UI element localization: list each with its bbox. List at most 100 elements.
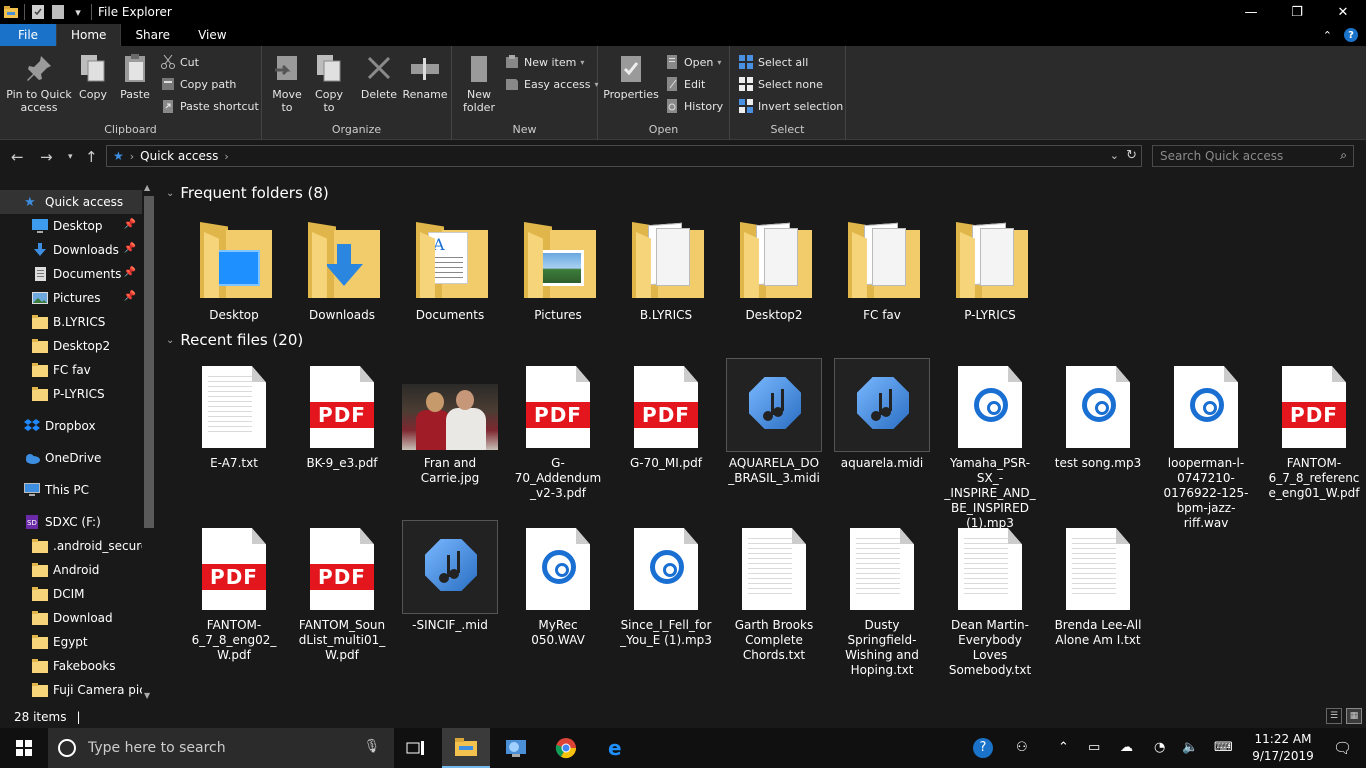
explorer-icon[interactable] xyxy=(4,5,18,19)
paste-button[interactable]: Paste xyxy=(116,52,154,101)
file-tile[interactable]: Garth Brooks Complete Chords.txt xyxy=(726,520,822,663)
nav-item-p-lyrics[interactable]: P-LYRICS xyxy=(0,382,142,406)
help-icon[interactable]: ? xyxy=(1344,28,1358,42)
tab-home[interactable]: Home xyxy=(56,24,122,46)
file-tile[interactable]: Brenda Lee-All Alone Am I.txt xyxy=(1050,520,1146,648)
rename-button[interactable]: Rename xyxy=(402,52,448,101)
customize-qat-chevron-icon[interactable]: ▾ xyxy=(71,5,85,19)
file-tile[interactable]: -SINCIF_.mid xyxy=(402,520,498,633)
collapse-chevron-icon-2[interactable]: ⌄ xyxy=(166,335,174,346)
nav-item-b-lyrics[interactable]: B.LYRICS xyxy=(0,310,142,334)
chrome-taskbar-icon[interactable] xyxy=(542,728,590,768)
nav-item-documents[interactable]: Documents 📌 xyxy=(0,262,142,286)
file-tile[interactable]: Since_I_Fell_for_You_E (1).mp3 xyxy=(618,520,714,648)
open-button[interactable]: Open ▾ xyxy=(664,52,721,72)
nav-item-egypt[interactable]: Egypt xyxy=(0,630,142,654)
frequent-folders-header[interactable]: ⌄ Frequent folders (8) xyxy=(166,184,329,202)
file-tile[interactable]: PDF G-70_Addendum_v2-3.pdf xyxy=(510,358,606,501)
collapse-chevron-icon[interactable]: ⌄ xyxy=(166,188,174,199)
easy-access-button[interactable]: Easy access ▾ xyxy=(504,74,599,94)
file-explorer-taskbar-icon[interactable] xyxy=(442,728,490,768)
microphone-icon[interactable]: 🎙 xyxy=(363,739,380,754)
nav-item-desktop2[interactable]: Desktop2 xyxy=(0,334,142,358)
tab-share[interactable]: Share xyxy=(121,24,184,46)
search-input[interactable] xyxy=(1153,146,1329,166)
file-tile[interactable]: MyRec 050.WAV xyxy=(510,520,606,648)
breadcrumb-chevron-icon[interactable]: › xyxy=(130,150,134,163)
scrollbar-thumb[interactable] xyxy=(144,196,154,528)
file-tile[interactable]: PDF FANTOM-6_7_8_eng02_W.pdf xyxy=(186,520,282,663)
up-arrow-icon[interactable]: ↑ xyxy=(85,148,98,166)
properties-button[interactable]: Properties xyxy=(602,52,660,101)
large-icons-view-icon[interactable]: ▦ xyxy=(1346,708,1362,724)
wifi-icon[interactable]: ◔ xyxy=(1154,740,1165,755)
folder-tile-desktop2[interactable]: Desktop2 xyxy=(726,210,822,323)
file-tile[interactable]: looperman-l-0747210-0176922-125-bpm-jazz… xyxy=(1158,358,1254,531)
folder-tile-pictures[interactable]: Pictures xyxy=(510,210,606,323)
keyboard-icon[interactable]: ⌨ xyxy=(1214,740,1233,755)
forward-arrow-icon[interactable]: → xyxy=(40,148,53,166)
start-button[interactable] xyxy=(0,728,48,768)
taskbar-search[interactable]: Type here to search 🎙 xyxy=(48,728,394,768)
scroll-down-arrow-icon[interactable]: ▼ xyxy=(144,691,150,700)
breadcrumb-quick-access[interactable]: Quick access xyxy=(140,149,218,163)
file-tile[interactable]: test song.mp3 xyxy=(1050,358,1146,471)
file-tile[interactable]: Fran and Carrie.jpg xyxy=(402,358,498,486)
new-folder-qat-icon[interactable] xyxy=(51,5,65,19)
tab-file[interactable]: File xyxy=(0,24,56,46)
close-button[interactable]: ✕ xyxy=(1320,0,1366,24)
move-to-button[interactable]: Move to xyxy=(268,52,306,114)
tab-view[interactable]: View xyxy=(184,24,240,46)
clock[interactable]: 11:22 AM 9/17/2019 xyxy=(1248,731,1318,765)
maximize-button[interactable]: ❐ xyxy=(1274,0,1320,24)
collapse-ribbon-chevron-icon[interactable]: ⌃ xyxy=(1323,29,1332,42)
action-center-icon[interactable]: 🗨 xyxy=(1333,739,1352,757)
folder-tile-p-lyrics[interactable]: P-LYRICS xyxy=(942,210,1038,323)
pin-icon[interactable]: 📌 xyxy=(124,291,136,302)
refresh-icon[interactable]: ↻ xyxy=(1126,148,1137,163)
pin-icon[interactable]: 📌 xyxy=(124,219,136,230)
breadcrumb-chevron-icon-2[interactable]: › xyxy=(224,150,228,163)
show-hidden-icons-chevron-icon[interactable]: ⌃ xyxy=(1058,740,1069,755)
nav-item-pictures[interactable]: Pictures 📌 xyxy=(0,286,142,310)
pin-icon[interactable]: 📌 xyxy=(124,267,136,278)
folder-tile-fc-fav[interactable]: FC fav xyxy=(834,210,930,323)
back-arrow-icon[interactable]: ← xyxy=(11,148,24,166)
file-tile[interactable]: Yamaha_PSR-SX_-_INSPIRE_AND_BE_INSPIRED … xyxy=(942,358,1038,531)
people-icon[interactable]: ⚇ xyxy=(1016,740,1028,755)
recent-locations-chevron-icon[interactable]: ▾ xyxy=(68,152,73,162)
network-map-taskbar-icon[interactable] xyxy=(492,728,540,768)
copy-to-button[interactable]: Copy to xyxy=(310,52,348,114)
file-tile[interactable]: PDF FANTOM-6_7_8_reference_eng01_W.pdf xyxy=(1266,358,1362,501)
help-tray-icon[interactable]: ? xyxy=(973,738,993,758)
invert-selection-button[interactable]: Invert selection xyxy=(738,96,843,116)
recent-files-header[interactable]: ⌄ Recent files (20) xyxy=(166,331,303,349)
paste-shortcut-button[interactable]: Paste shortcut xyxy=(160,96,259,116)
file-tile[interactable]: aquarela.midi xyxy=(834,358,930,471)
new-folder-button[interactable]: New folder xyxy=(458,52,500,114)
select-all-button[interactable]: Select all xyxy=(738,52,808,72)
search-box[interactable]: ⌕ xyxy=(1152,145,1354,167)
nav-item-downloads[interactable]: Downloads 📌 xyxy=(0,238,142,262)
address-bar[interactable]: ★ › Quick access › ⌄ ↻ xyxy=(106,145,1142,167)
nav-item-this-pc[interactable]: This PC xyxy=(0,478,142,502)
nav-item-quick-access[interactable]: ★ Quick access xyxy=(0,190,142,214)
copy-path-button[interactable]: Copy path xyxy=(160,74,236,94)
nav-item-fakebooks[interactable]: Fakebooks xyxy=(0,654,142,678)
file-tile[interactable]: PDF G-70_MI.pdf xyxy=(618,358,714,471)
folder-tile-b-lyrics[interactable]: B.LYRICS xyxy=(618,210,714,323)
battery-icon[interactable]: ▭ xyxy=(1088,740,1100,755)
nav-item-fc-fav[interactable]: FC fav xyxy=(0,358,142,382)
copy-button[interactable]: Copy xyxy=(76,52,110,101)
nav-item-onedrive[interactable]: OneDrive xyxy=(0,446,142,470)
file-tile[interactable]: PDF FANTOM_SoundList_multi01_W.pdf xyxy=(294,520,390,663)
nav-item-android[interactable]: Android xyxy=(0,558,142,582)
cut-button[interactable]: Cut xyxy=(160,52,199,72)
folder-tile-desktop[interactable]: Desktop xyxy=(186,210,282,323)
onedrive-cloud-icon[interactable]: ☁ xyxy=(1120,740,1133,755)
nav-item-sdxc-f[interactable]: SD SDXC (F:) xyxy=(0,510,142,534)
edit-button[interactable]: Edit xyxy=(664,74,705,94)
file-tile[interactable]: AQUARELA_DO_BRASIL_3.midi xyxy=(726,358,822,486)
file-tile[interactable]: Dusty Springfield-Wishing and Hoping.txt xyxy=(834,520,930,678)
volume-icon[interactable]: 🔈 xyxy=(1182,740,1198,755)
